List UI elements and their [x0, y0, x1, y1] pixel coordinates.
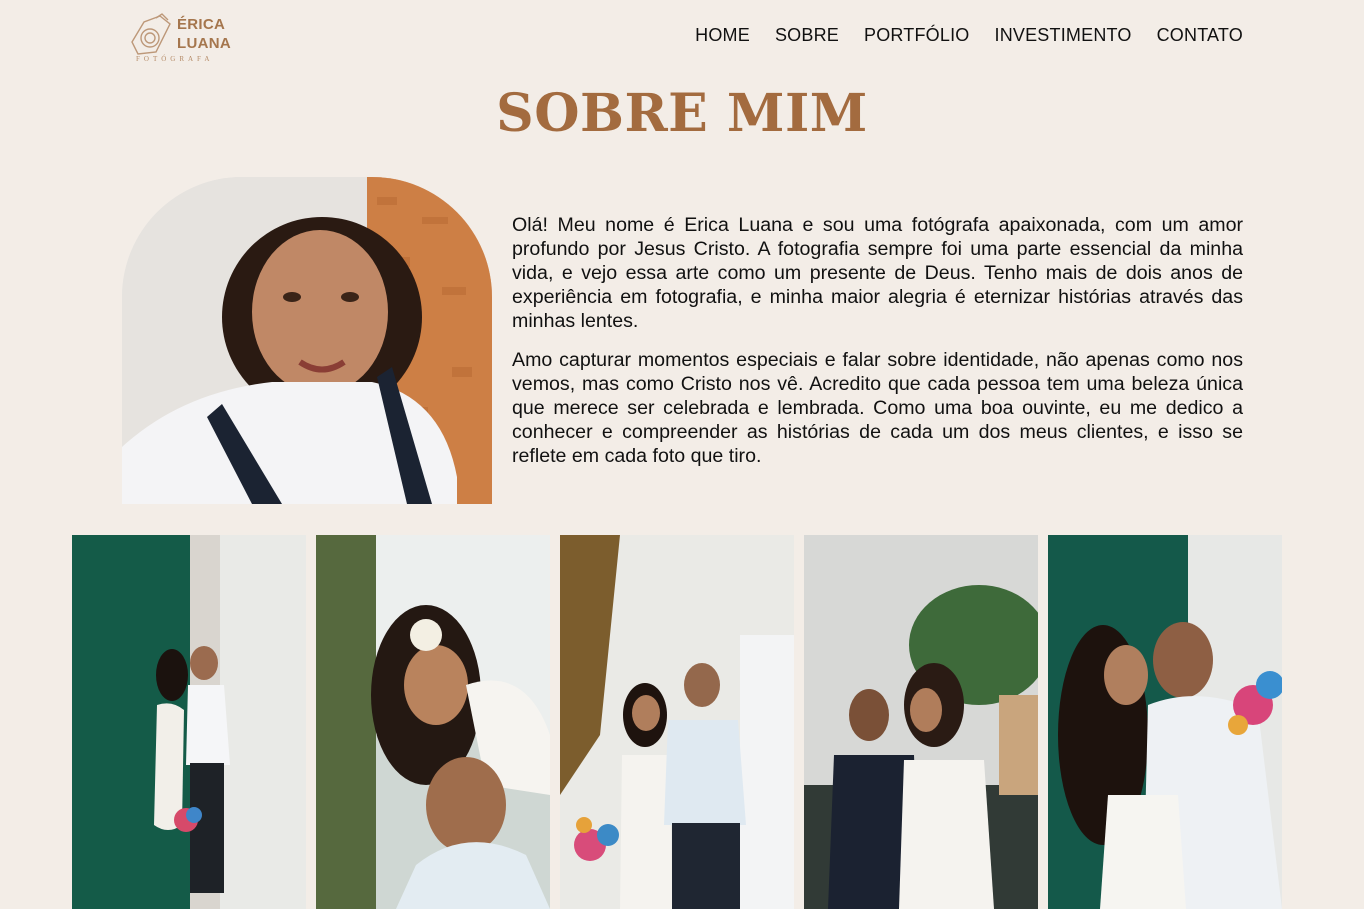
nav-portfolio[interactable]: PORTFÓLIO [864, 25, 970, 46]
logo-name: ÉRICA LUANA [177, 15, 231, 53]
photo-gallery [72, 535, 1282, 909]
gallery-photo-2[interactable] [316, 535, 550, 909]
main-nav: HOME SOBRE PORTFÓLIO INVESTIMENTO CONTAT… [695, 25, 1243, 46]
gallery-photo-3[interactable] [560, 535, 794, 909]
gallery-photo-1[interactable] [72, 535, 306, 909]
nav-sobre[interactable]: SOBRE [775, 25, 839, 46]
bio-text: Olá! Meu nome é Erica Luana e sou uma fo… [512, 213, 1243, 483]
gallery-photo-5[interactable] [1048, 535, 1282, 909]
nav-contato[interactable]: CONTATO [1157, 25, 1243, 46]
nav-home[interactable]: HOME [695, 25, 750, 46]
page-title: SOBRE MIM [496, 83, 868, 144]
nav-investimento[interactable]: INVESTIMENTO [995, 25, 1132, 46]
bio-paragraph-1: Olá! Meu nome é Erica Luana e sou uma fo… [512, 214, 1243, 332]
portrait-photo [122, 177, 492, 504]
logo[interactable]: ÉRICA LUANA FOTÓGRAFA [126, 12, 246, 68]
logo-name-line2: LUANA [177, 35, 231, 52]
gallery-photo-4[interactable] [804, 535, 1038, 909]
logo-name-line1: ÉRICA [177, 16, 226, 33]
bio-paragraph-2: Amo capturar momentos especiais e falar … [512, 349, 1243, 467]
logo-subtitle: FOTÓGRAFA [136, 55, 214, 63]
